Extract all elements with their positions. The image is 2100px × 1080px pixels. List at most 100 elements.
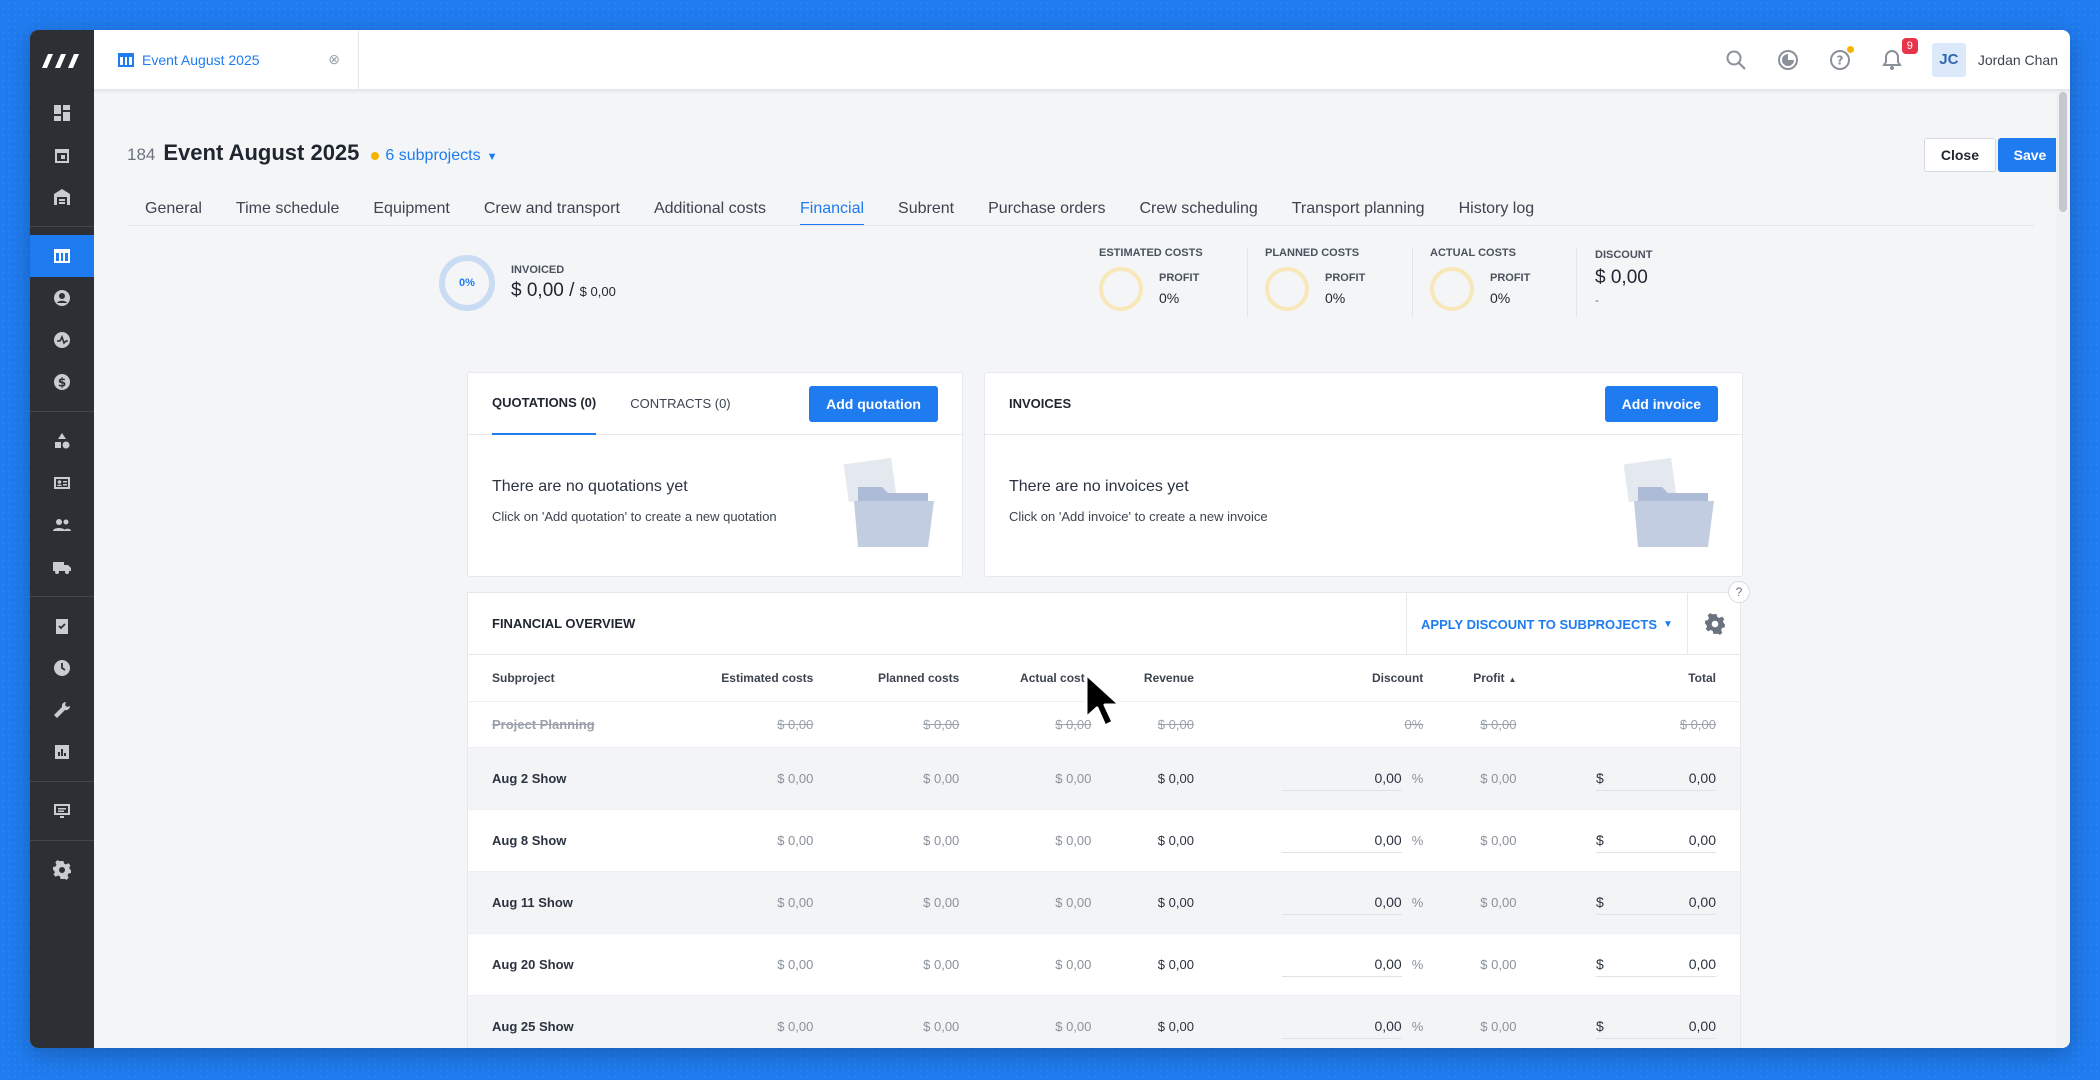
reports-icon[interactable] [30,731,94,773]
help-circle-icon[interactable]: ? [1728,581,1750,603]
search-icon[interactable] [1724,48,1748,72]
cell-planned: $ 0,00 [837,808,984,871]
cell-discount: 0,00% [1217,870,1448,933]
invoices-empty-title: There are no invoices yet [1009,478,1189,495]
col-profit[interactable]: Profit ▲ [1447,655,1540,701]
tab-financial[interactable]: Financial [800,200,865,226]
total-input[interactable]: $0,00 [1596,828,1716,853]
cell-name: Aug 20 Show [468,932,677,995]
document-tab[interactable]: Event August 2025 ⊗ [94,30,359,90]
id-card-icon[interactable] [30,462,94,504]
add-quotation-button[interactable]: Add quotation [809,386,938,422]
total-input[interactable]: $0,00 [1596,890,1716,915]
bell-icon[interactable]: 9 [1880,37,1918,72]
shapes-icon[interactable] [30,420,94,462]
calendar-icon[interactable] [30,134,94,176]
currency-sign: $ [1596,893,1604,910]
tab-quotations[interactable]: QUOTATIONS (0) [492,373,597,435]
app-logo[interactable] [30,30,94,92]
users-icon[interactable] [30,504,94,546]
cell-estimated: $ 0,00 [676,994,838,1048]
cell-total: $0,00 [1540,808,1740,871]
gear-icon[interactable] [1704,613,1726,635]
scrollbar-thumb[interactable] [2059,92,2067,212]
dollar-icon[interactable]: $ [30,361,94,403]
currency-sign: $ [1596,831,1604,848]
cell-revenue: $ 0,00 [1115,932,1218,995]
dashboard-icon[interactable] [30,92,94,134]
subprojects-dropdown[interactable]: 6 subprojects ▼ [385,147,497,165]
tab-equipment[interactable]: Equipment [373,200,450,226]
avatar[interactable]: JC [1931,42,1966,77]
app-window: $ Event August 2025 ⊗ ? 9 JC Jordan Chan… [30,30,2070,1048]
apply-discount-button[interactable]: APPLY DISCOUNT TO SUBPROJECTS ▼ [1406,593,1688,655]
presentation-icon[interactable] [30,790,94,832]
discount-input[interactable]: 0,00 [1281,952,1402,977]
timer-icon[interactable] [1776,48,1800,72]
total-input[interactable]: $0,00 [1596,1014,1716,1039]
tab-history-log[interactable]: History log [1459,200,1535,226]
invoices-title: INVOICES [1009,396,1072,411]
help-icon[interactable]: ? [1828,45,1854,72]
close-tab-icon[interactable]: ⊗ [328,51,340,68]
total-input[interactable]: $0,00 [1596,766,1716,791]
actual-costs-summary: ACTUAL COSTS PROFIT 0% [1430,247,1530,311]
add-invoice-button[interactable]: Add invoice [1604,386,1718,422]
tab-subrent[interactable]: Subrent [898,200,954,226]
settings-icon[interactable] [30,849,94,891]
cell-profit: $ 0,00 [1447,808,1541,871]
warehouse-icon[interactable] [30,176,94,218]
planned-profit-value: 0% [1325,290,1346,306]
truck-icon[interactable] [30,546,94,588]
percent-sign: % [1411,770,1424,786]
tab-additional-costs[interactable]: Additional costs [654,200,766,226]
col-estimated-costs: Estimated costs [721,670,814,685]
col-subproject: Subproject [492,670,555,685]
close-button[interactable]: Close [1923,138,1996,172]
discount-value: $ 0,00 [1595,267,1648,288]
tab-purchase-orders[interactable]: Purchase orders [988,200,1105,226]
table-row: Aug 25 Show $ 0,00 $ 0,00 $ 0,00 $ 0,00 … [468,994,1740,1048]
cell-planned: $ 0,00 [837,870,984,933]
tab-transport-planning[interactable]: Transport planning [1292,200,1425,226]
cell-name: Project Planning [468,700,677,747]
cell-discount: 0,00% [1217,932,1448,995]
status-dot [371,152,380,160]
page-scrollbar[interactable] [2056,92,2070,1048]
currency-sign: $ [1596,1017,1604,1034]
cell-revenue: $ 0,00 [1115,870,1218,933]
checklist-icon[interactable] [30,605,94,647]
discount-input[interactable]: 0,00 [1281,766,1402,791]
projects-icon[interactable] [30,235,94,277]
actual-profit-value: 0% [1490,290,1511,306]
percent-sign: % [1411,832,1424,848]
invoiced-total: $ 0,00 [579,284,616,299]
cell-revenue: $ 0,00 [1115,700,1218,747]
tabs-divider [127,225,2034,226]
activity-icon[interactable] [30,319,94,361]
financial-overview-title: FINANCIAL OVERVIEW [492,616,636,631]
quotations-empty-subtitle: Click on 'Add quotation' to create a new… [492,509,777,524]
user-name[interactable]: Jordan Chan [1978,52,2058,68]
summary-divider [1412,247,1413,317]
cell-actual: $ 0,00 [983,994,1116,1048]
estimated-profit-value: 0% [1159,290,1180,306]
sort-caret-icon: ▲ [1508,674,1517,684]
clock-icon[interactable] [30,647,94,689]
tab-contracts[interactable]: CONTRACTS (0) [630,373,730,435]
total-input[interactable]: $0,00 [1596,952,1716,977]
discount-input[interactable]: 0,00 [1281,1014,1402,1039]
contacts-icon[interactable] [30,277,94,319]
tab-crew-scheduling[interactable]: Crew scheduling [1139,200,1257,226]
tab-time-schedule[interactable]: Time schedule [236,200,339,226]
tab-crew-and-transport[interactable]: Crew and transport [484,200,620,226]
discount-input[interactable]: 0,00 [1281,828,1402,853]
save-button[interactable]: Save [1998,138,2062,172]
mouse-cursor-icon [1084,672,1122,728]
planned-costs-label: PLANNED COSTS [1265,247,1360,259]
discount-input[interactable]: 0,00 [1281,890,1402,915]
main-content: 184 Event August 2025 6 subprojects ▼ Clo… [94,90,2070,1048]
cell-estimated: $ 0,00 [676,870,838,933]
tab-general[interactable]: General [145,200,202,226]
wrench-icon[interactable] [30,689,94,731]
